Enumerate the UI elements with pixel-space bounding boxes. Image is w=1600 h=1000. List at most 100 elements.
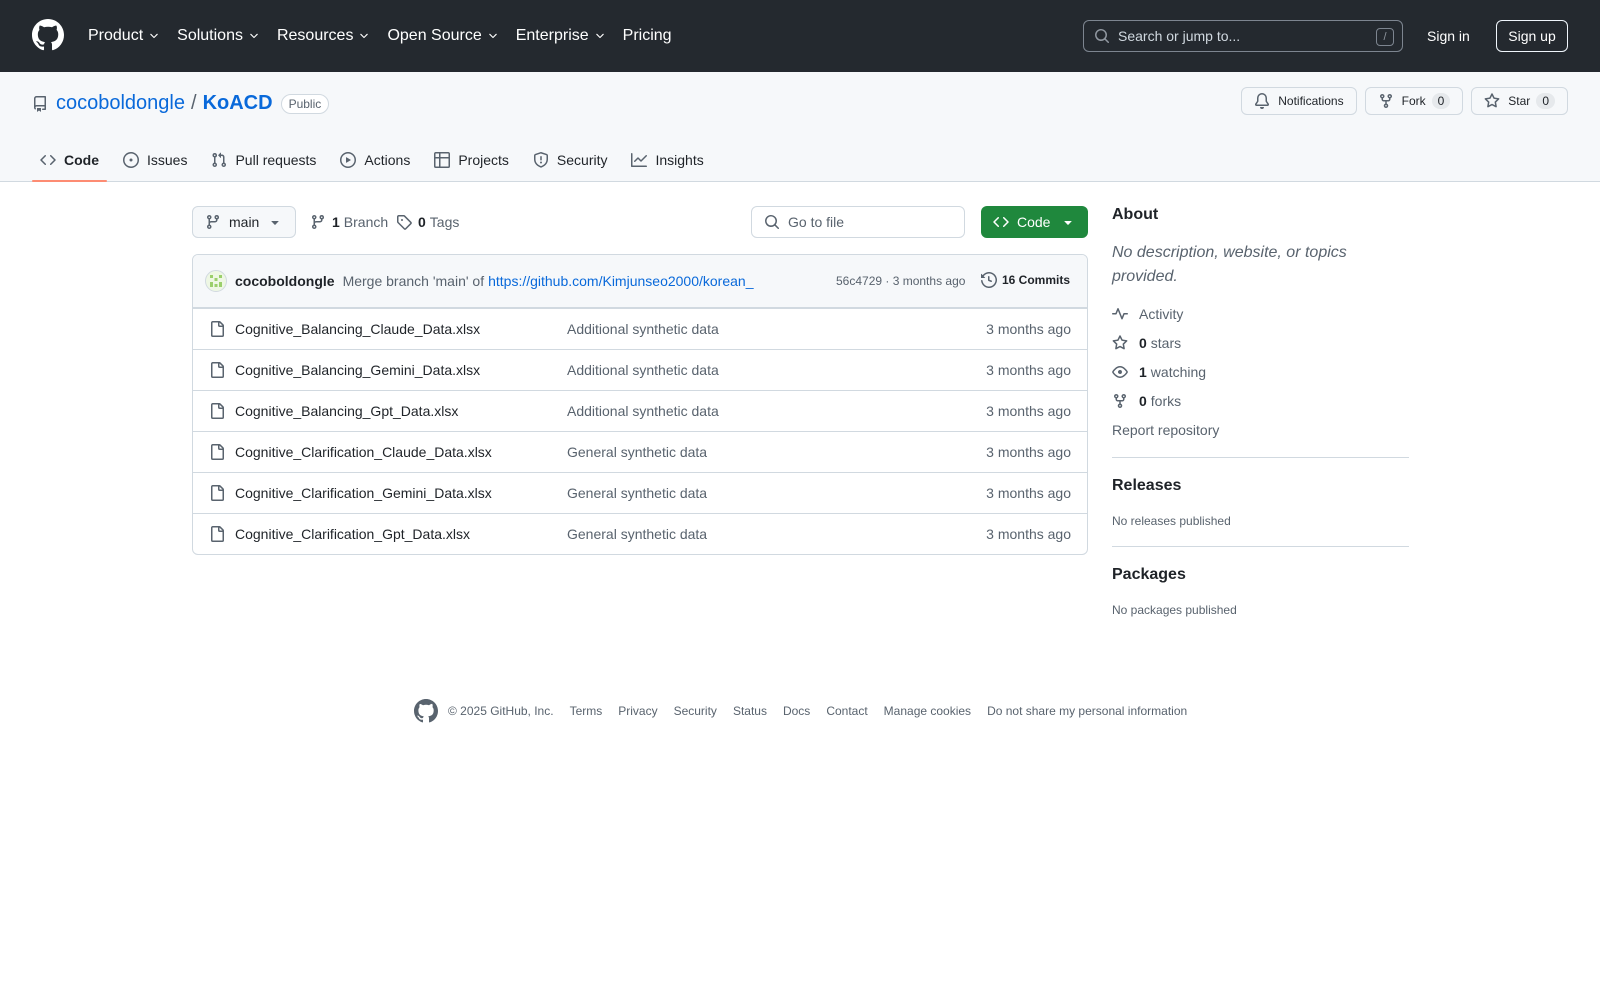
chevron-down-icon: [594, 30, 606, 42]
file-commit-message[interactable]: Additional synthetic data: [567, 362, 719, 378]
repo-separator: /: [191, 92, 197, 114]
commit-sha-time[interactable]: 56c4729 · 3 months ago: [836, 274, 965, 288]
activity-link[interactable]: Activity: [1112, 305, 1409, 323]
branches-link[interactable]: 1 Branch: [310, 214, 388, 230]
file-row[interactable]: Cognitive_Clarification_Gpt_Data.xlsx Ge…: [193, 513, 1087, 554]
commit-message[interactable]: Merge branch 'main' of: [343, 273, 485, 289]
latest-commit: cocoboldongle Merge branch 'main' of htt…: [193, 255, 1087, 308]
tab-label: Issues: [147, 152, 188, 168]
commits-history-link[interactable]: 16 Commits: [981, 272, 1070, 288]
file-name-link[interactable]: Cognitive_Clarification_Gemini_Data.xlsx: [235, 485, 492, 501]
tab-code[interactable]: Code: [32, 140, 107, 182]
footer-link-status[interactable]: Status: [733, 704, 767, 718]
file-commit-message[interactable]: General synthetic data: [567, 526, 707, 542]
tag-icon: [396, 214, 412, 230]
forks-label: forks: [1150, 393, 1182, 409]
divider: [1112, 457, 1409, 458]
file-row[interactable]: Cognitive_Balancing_Claude_Data.xlsx Add…: [193, 308, 1087, 349]
file-commit-date: 3 months ago: [986, 321, 1071, 337]
footer-link-manage-cookies[interactable]: Manage cookies: [884, 704, 971, 718]
fork-button[interactable]: Fork 0: [1364, 87, 1464, 115]
stars-link[interactable]: 0 stars: [1112, 334, 1409, 352]
footer-link-contact[interactable]: Contact: [826, 704, 867, 718]
star-button[interactable]: Star 0: [1471, 87, 1568, 115]
file-row[interactable]: Cognitive_Balancing_Gpt_Data.xlsx Additi…: [193, 390, 1087, 431]
file-icon: [209, 403, 225, 419]
file-icon: [209, 444, 225, 460]
nav-product[interactable]: Product: [88, 27, 160, 45]
avatar[interactable]: [205, 270, 227, 292]
github-logo-icon[interactable]: [32, 19, 64, 51]
table-icon: [434, 152, 451, 168]
go-to-file-input[interactable]: Go to file: [751, 206, 965, 238]
chevron-down-icon: [358, 30, 370, 42]
forks-count: 0: [1139, 393, 1147, 409]
footer-link-docs[interactable]: Docs: [783, 704, 810, 718]
tags-link[interactable]: 0 Tags: [396, 214, 459, 230]
file-row[interactable]: Cognitive_Clarification_Claude_Data.xlsx…: [193, 431, 1087, 472]
commit-author[interactable]: cocoboldongle: [235, 273, 335, 289]
notifications-button[interactable]: Notifications: [1241, 87, 1357, 115]
code-dropdown-button[interactable]: Code: [981, 206, 1088, 238]
footer-link-privacy[interactable]: Privacy: [618, 704, 657, 718]
sign-in-link[interactable]: Sign in: [1427, 28, 1470, 44]
github-mark-icon[interactable]: [414, 699, 438, 723]
file-browser: main 1 Branch 0 Tags Go to file Code coc…: [192, 206, 1088, 555]
caret-down-icon: [267, 214, 283, 230]
packages-heading[interactable]: Packages: [1112, 566, 1409, 584]
file-commit-message[interactable]: Additional synthetic data: [567, 321, 719, 337]
tab-label: Code: [64, 152, 99, 168]
chevron-down-icon: [248, 30, 260, 42]
nav-resources[interactable]: Resources: [277, 27, 370, 45]
file-icon: [209, 321, 225, 337]
report-repository-link[interactable]: Report repository: [1112, 421, 1409, 439]
repo-title: cocoboldongle / KoACD Public: [32, 92, 330, 115]
nav-open-source[interactable]: Open Source: [387, 27, 498, 45]
forks-link[interactable]: 0 forks: [1112, 392, 1409, 410]
file-name-link[interactable]: Cognitive_Clarification_Claude_Data.xlsx: [235, 444, 492, 460]
watching-label: watching: [1150, 364, 1207, 380]
tab-actions[interactable]: Actions: [332, 140, 418, 180]
nav-label: Pricing: [622, 27, 672, 44]
releases-heading[interactable]: Releases: [1112, 477, 1409, 495]
file-name-link[interactable]: Cognitive_Balancing_Gpt_Data.xlsx: [235, 403, 458, 419]
file-commit-date: 3 months ago: [986, 444, 1071, 460]
watchers-link[interactable]: 1 watching: [1112, 363, 1409, 381]
file-commit-message[interactable]: General synthetic data: [567, 444, 707, 460]
tab-projects[interactable]: Projects: [426, 140, 517, 180]
file-icon: [209, 485, 225, 501]
search-input[interactable]: Search or jump to... /: [1083, 20, 1403, 52]
repo-name-link[interactable]: KoACD: [203, 92, 273, 115]
file-row[interactable]: Cognitive_Clarification_Gemini_Data.xlsx…: [193, 472, 1087, 513]
footer-copyright: © 2025 GitHub, Inc.: [448, 704, 554, 718]
file-commit-message[interactable]: Additional synthetic data: [567, 403, 719, 419]
tab-pull-requests[interactable]: Pull requests: [203, 140, 324, 180]
branch-select-button[interactable]: main: [192, 206, 296, 238]
nav-enterprise[interactable]: Enterprise: [516, 27, 606, 45]
repo-owner-link[interactable]: cocoboldongle: [56, 92, 185, 115]
divider: [1112, 546, 1409, 547]
file-commit-date: 3 months ago: [986, 485, 1071, 501]
tab-insights[interactable]: Insights: [623, 140, 711, 180]
star-count: 0: [1536, 93, 1555, 109]
footer-link-do-not-share[interactable]: Do not share my personal information: [987, 704, 1187, 718]
file-row[interactable]: Cognitive_Balancing_Gemini_Data.xlsx Add…: [193, 349, 1087, 390]
footer-link-terms[interactable]: Terms: [570, 704, 603, 718]
bell-icon: [1254, 93, 1270, 109]
code-icon: [40, 152, 56, 168]
file-name-link[interactable]: Cognitive_Balancing_Claude_Data.xlsx: [235, 321, 480, 337]
sign-up-button[interactable]: Sign up: [1496, 20, 1568, 52]
footer-link-security[interactable]: Security: [674, 704, 717, 718]
nav-label: Enterprise: [515, 27, 589, 44]
nav-solutions[interactable]: Solutions: [177, 27, 260, 45]
file-name-link[interactable]: Cognitive_Clarification_Gpt_Data.xlsx: [235, 526, 470, 542]
tab-security[interactable]: Security: [525, 140, 616, 180]
code-button-label: Code: [1017, 214, 1051, 230]
about-heading: About: [1112, 206, 1159, 223]
tab-issues[interactable]: Issues: [115, 140, 195, 180]
fork-label: Fork: [1401, 94, 1426, 108]
file-commit-message[interactable]: General synthetic data: [567, 485, 707, 501]
nav-pricing[interactable]: Pricing: [623, 27, 672, 45]
commit-message-link[interactable]: https://github.com/Kimjunseo2000/korean_: [488, 273, 753, 289]
file-name-link[interactable]: Cognitive_Balancing_Gemini_Data.xlsx: [235, 362, 480, 378]
